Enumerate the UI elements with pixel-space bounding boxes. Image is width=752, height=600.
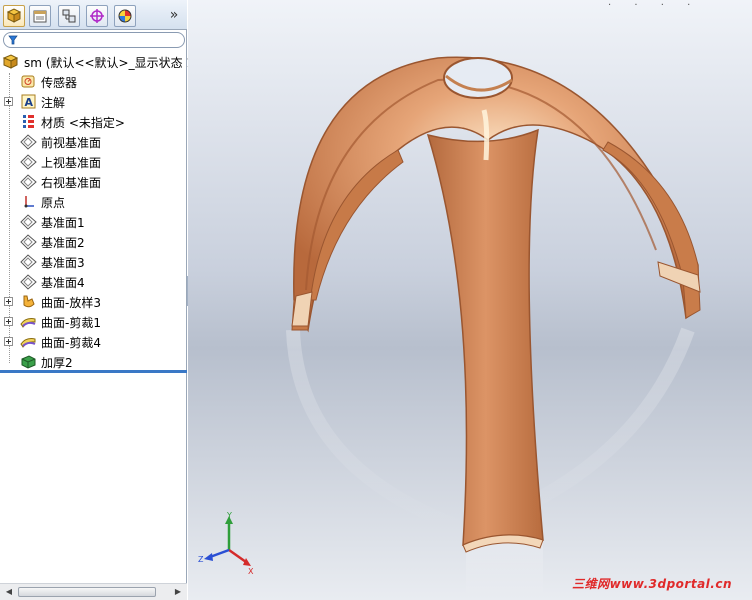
horizontal-scrollbar[interactable]: ◀ ▶ <box>0 583 187 600</box>
tree-item-label: 曲面-剪裁1 <box>41 316 101 330</box>
tree-root-part[interactable]: sm (默认<<默认>_显示状态 1 <box>0 51 194 71</box>
tree-item-label: 上视基准面 <box>41 156 102 170</box>
scroll-left-arrow[interactable]: ◀ <box>2 586 16 598</box>
tree-root-label: sm (默认<<默认>_显示状态 1 <box>24 56 195 70</box>
panel-tab-bar: » <box>0 0 187 30</box>
feature-manager-tab[interactable] <box>3 5 25 27</box>
graphics-viewport[interactable]: · · · · Y X Z 三维网www.3dportal.cn <box>188 0 752 600</box>
tree-item-origin[interactable]: 原点 <box>0 191 187 211</box>
dimxpert-icon <box>90 9 104 23</box>
filter-icon <box>8 35 18 45</box>
triad-y-label: Y <box>226 511 232 520</box>
tree-item-label: 基准面2 <box>41 236 85 250</box>
rollback-bar[interactable] <box>0 370 187 373</box>
tree-item-label: 右视基准面 <box>41 176 102 190</box>
tree-item-label: 原点 <box>41 196 66 210</box>
expand-toggle[interactable] <box>4 97 13 106</box>
tree-item-material[interactable]: 材质 <未指定> <box>0 111 187 131</box>
expand-toggle[interactable] <box>4 297 13 306</box>
origin-icon <box>20 193 37 210</box>
surface-loft-icon <box>20 293 37 310</box>
surface-trim-icon <box>20 313 37 330</box>
tab-overflow-button[interactable]: » <box>167 7 181 23</box>
tree-item-label: 基准面1 <box>41 216 85 230</box>
material-icon <box>20 113 37 130</box>
triad-z-label: Z <box>198 555 204 564</box>
annotation-icon: A <box>20 93 37 110</box>
tree-item-label: 曲面-剪裁4 <box>41 336 101 350</box>
tree-item-sensors[interactable]: 传感器 <box>0 71 187 91</box>
tree-item-right-plane[interactable]: 右视基准面 <box>0 171 187 191</box>
feature-manager-panel: » sm (默认<<默认>_显示状态 1 传感器 A 注解 材质 <未指定> 前… <box>0 0 194 600</box>
tree-item-surface-trim4[interactable]: 曲面-剪裁4 <box>0 331 187 351</box>
plane-icon <box>20 213 37 230</box>
view-orientation-triad: Y X Z <box>198 511 254 576</box>
plane-icon <box>20 133 37 150</box>
configuration-manager-icon <box>62 9 76 23</box>
tree-filter-input[interactable] <box>3 32 185 48</box>
property-manager-tab[interactable] <box>29 5 51 27</box>
plane-icon <box>20 153 37 170</box>
tree-item-plane1[interactable]: 基准面1 <box>0 211 187 231</box>
dimxpert-manager-tab[interactable] <box>86 5 108 27</box>
triad-x-label: X <box>248 567 254 576</box>
model-view <box>286 56 701 600</box>
expand-toggle[interactable] <box>4 317 13 326</box>
tree-item-top-plane[interactable]: 上视基准面 <box>0 151 187 171</box>
tree-item-plane2[interactable]: 基准面2 <box>0 231 187 251</box>
tree-item-label: 曲面-放样3 <box>41 296 101 310</box>
plane-icon <box>20 173 37 190</box>
plane-icon <box>20 233 37 250</box>
configuration-manager-tab[interactable] <box>58 5 80 27</box>
tree-item-thicken2[interactable]: 加厚2 <box>0 351 187 371</box>
property-manager-icon <box>33 10 47 23</box>
tree-item-label: 传感器 <box>41 76 78 90</box>
plane-icon <box>20 253 37 270</box>
tree-item-plane3[interactable]: 基准面3 <box>0 251 187 271</box>
tree-item-label: 基准面3 <box>41 256 85 270</box>
tree-item-label: 基准面4 <box>41 276 85 290</box>
tree-item-surface-loft3[interactable]: 曲面-放样3 <box>0 291 187 311</box>
tree-item-label: 注解 <box>41 96 66 110</box>
feature-tree: sm (默认<<默认>_显示状态 1 传感器 A 注解 材质 <未指定> 前视基… <box>0 51 194 371</box>
scroll-right-arrow[interactable]: ▶ <box>171 586 185 598</box>
tree-item-surface-trim1[interactable]: 曲面-剪裁1 <box>0 311 187 331</box>
svg-text:A: A <box>25 96 34 109</box>
scroll-thumb[interactable] <box>18 587 156 597</box>
display-manager-tab[interactable] <box>114 5 136 27</box>
part-icon <box>2 53 19 70</box>
tree-item-plane4[interactable]: 基准面4 <box>0 271 187 291</box>
tree-item-label: 前视基准面 <box>41 136 102 150</box>
display-manager-icon <box>118 9 132 23</box>
watermark-text: 三维网www.3dportal.cn <box>572 577 732 591</box>
plane-icon <box>20 273 37 290</box>
tree-item-annotations[interactable]: A 注解 <box>0 91 187 111</box>
thicken-icon <box>20 353 37 370</box>
sensor-icon <box>20 73 37 90</box>
surface-trim-icon <box>20 333 37 350</box>
tree-item-front-plane[interactable]: 前视基准面 <box>0 131 187 151</box>
feature-tree-icon <box>6 8 22 23</box>
tree-item-label: 加厚2 <box>41 356 73 370</box>
tree-item-label: 材质 <未指定> <box>41 116 125 130</box>
expand-toggle[interactable] <box>4 337 13 346</box>
